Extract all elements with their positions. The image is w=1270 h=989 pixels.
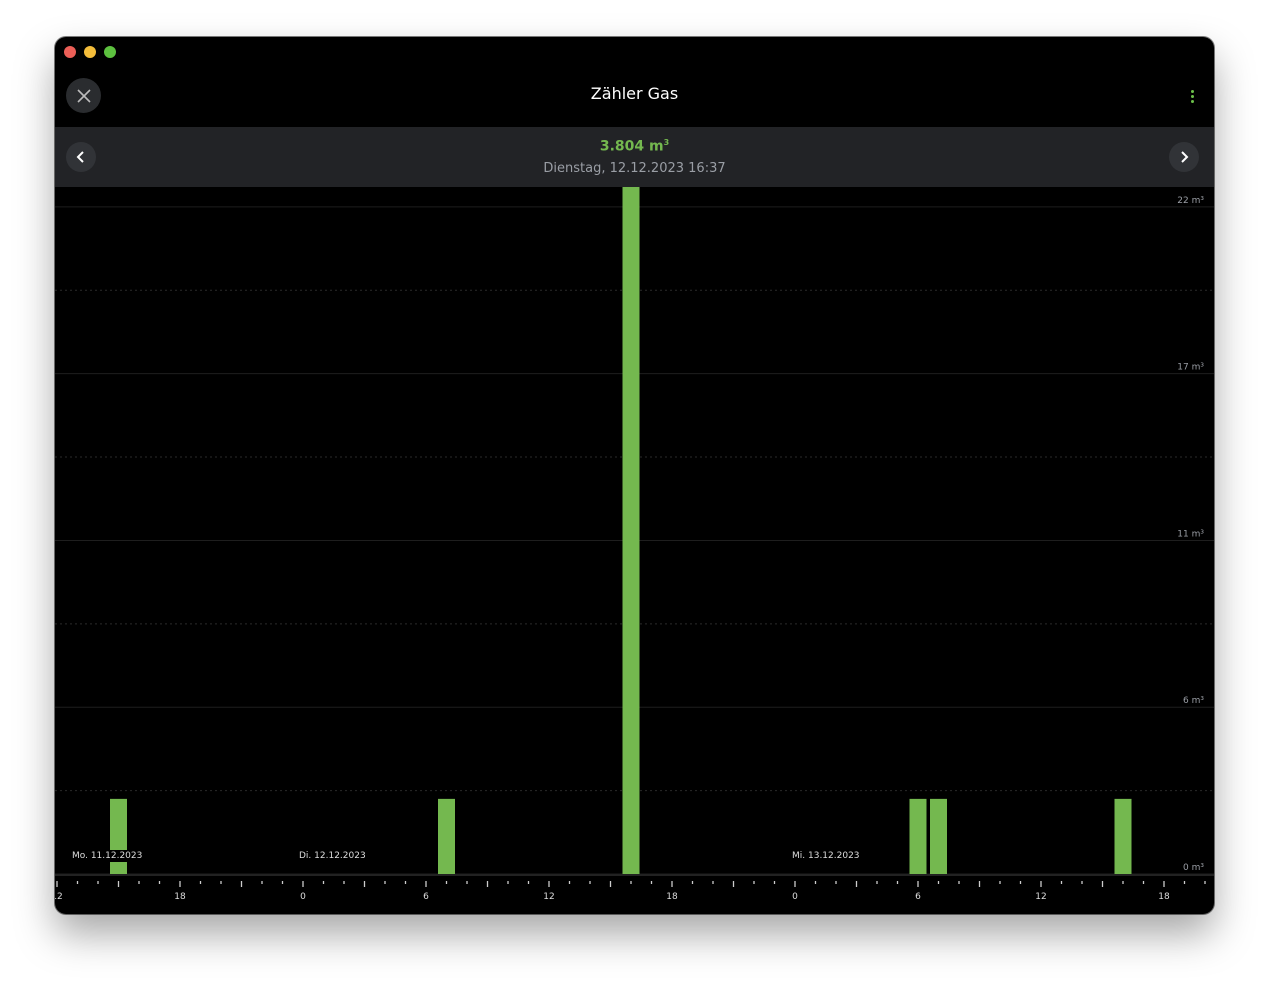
close-window-button[interactable] [64,46,76,58]
day-label: Di. 12.12.2023 [299,850,366,862]
x-tick-label: 6 [915,892,921,902]
value-unit-sup: 3 [663,138,670,147]
value-text: 3.804 m [599,138,664,155]
y-tick-label: 11 m³ [1177,529,1204,539]
bar [622,187,640,874]
x-tick-label: 0 [792,892,798,902]
y-tick-label: 6 m³ [1183,696,1204,706]
minimize-window-button[interactable] [84,46,96,58]
selected-date: Dienstag, 12.12.2023 16:37 [543,161,726,176]
y-tick-label: 17 m³ [1177,363,1204,373]
chevron-right-icon [1181,151,1189,163]
chart-svg[interactable]: 0 m³ 6 m³ 11 m³ 17 m³ 22 m³ 12 18 0 6 12 18 0 6 12 18 [55,187,1214,914]
more-vertical-icon [1190,89,1194,93]
x-tick-label: 0 [300,892,306,902]
x-tick-label: 6 [423,892,429,902]
next-button[interactable] [1169,142,1199,172]
period-navigator: 3.804 m3 Dienstag, 12.12.2023 16:37 [55,127,1214,187]
day-label: Mo. 11.12.2023 [72,850,143,862]
consumption-chart[interactable]: 0 m³6 m³11 m³17 m³22 m³1218061218061218 … [55,187,1214,914]
page-title: Zähler Gas [590,84,679,103]
x-tick-label: 12 [1035,892,1046,902]
bar [110,798,127,874]
x-tick-label: 12 [543,892,554,902]
app-window: Zähler Gas 3.804 m3 Dienstag, 12.12.2023… [55,37,1214,914]
y-tick-label: 22 m³ [1177,196,1204,206]
selected-value: 3.804 m3 [55,138,1214,155]
more-menu-button[interactable] [1184,85,1200,107]
header: Zähler Gas [55,63,1214,127]
y-tick-label: 0 m³ [1183,863,1204,873]
zoom-window-button[interactable] [104,46,116,58]
bar [930,798,947,874]
bar [438,798,455,874]
x-tick-label: 18 [174,892,186,902]
x-tick-label: 18 [1158,892,1170,902]
bar [909,798,927,874]
x-tick-label: 18 [666,892,678,902]
window-controls [64,46,116,58]
day-label: Mi. 13.12.2023 [792,850,860,862]
x-tick-label: 12 [55,892,63,902]
bar [1114,798,1132,874]
